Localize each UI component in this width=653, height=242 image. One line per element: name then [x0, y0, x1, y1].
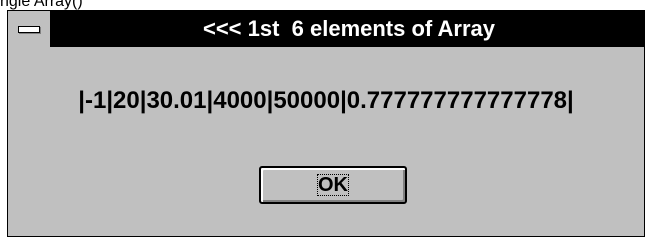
caption-above-text: ngle Array() — [0, 0, 83, 10]
dialog-message: |-1|20|30.01|4000|50000|0.77777777777777… — [78, 87, 574, 114]
ok-button[interactable]: OK — [259, 166, 407, 204]
system-menu-button[interactable] — [8, 11, 52, 47]
system-menu-icon — [18, 26, 40, 33]
title-bar[interactable]: <<< 1st 6 elements of Array — [8, 11, 644, 47]
message-dialog: <<< 1st 6 elements of Array |-1|20|30.01… — [7, 10, 645, 237]
dialog-title: <<< 1st 6 elements of Array — [202, 16, 496, 41]
ok-button-label: OK — [318, 174, 348, 196]
